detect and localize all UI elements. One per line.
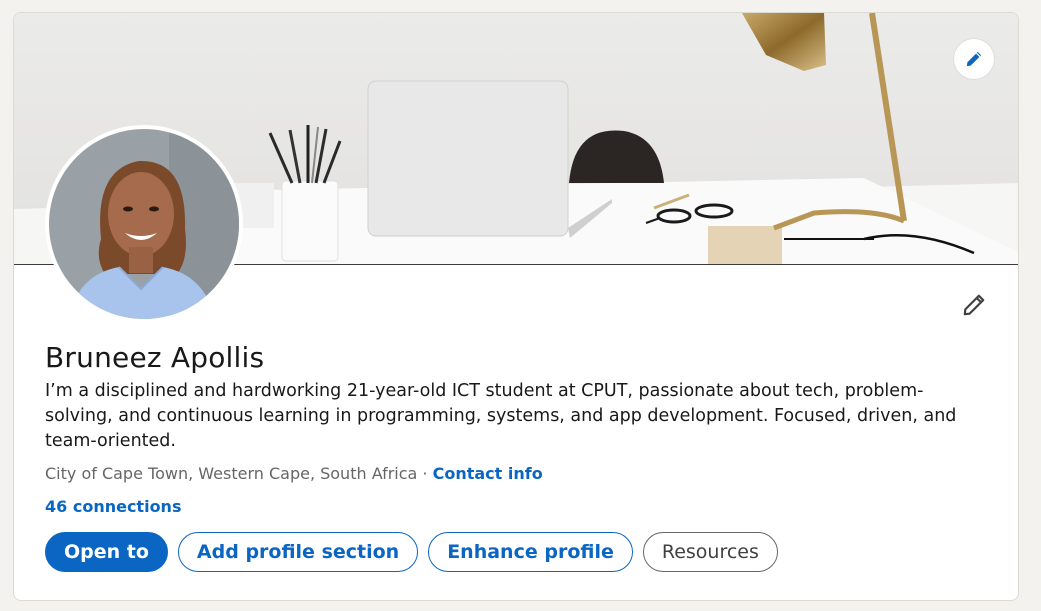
edit-intro-button[interactable] xyxy=(958,289,990,321)
avatar-photo xyxy=(49,129,239,319)
profile-avatar[interactable] xyxy=(45,125,243,323)
add-profile-section-button[interactable]: Add profile section xyxy=(177,532,419,572)
contact-info-link[interactable]: Contact info xyxy=(433,464,543,483)
enhance-profile-button[interactable]: Enhance profile xyxy=(428,532,633,572)
pencil-icon xyxy=(963,294,985,316)
connections-link[interactable]: 46 connections xyxy=(45,497,181,516)
profile-actions: Open to Add profile section Enhance prof… xyxy=(45,532,778,572)
open-to-button[interactable]: Open to xyxy=(45,532,168,572)
pencil-icon xyxy=(966,51,982,67)
separator-dot: · xyxy=(422,464,428,483)
location-row: City of Cape Town, Western Cape, South A… xyxy=(45,464,543,483)
profile-card: Bruneez Apollis I’m a disciplined and ha… xyxy=(13,12,1019,601)
location-text: City of Cape Town, Western Cape, South A… xyxy=(45,464,418,483)
resources-button[interactable]: Resources xyxy=(642,532,778,572)
edit-cover-button[interactable] xyxy=(954,39,994,79)
profile-name: Bruneez Apollis xyxy=(45,341,265,374)
profile-headline: I’m a disciplined and hardworking 21-yea… xyxy=(45,381,957,451)
